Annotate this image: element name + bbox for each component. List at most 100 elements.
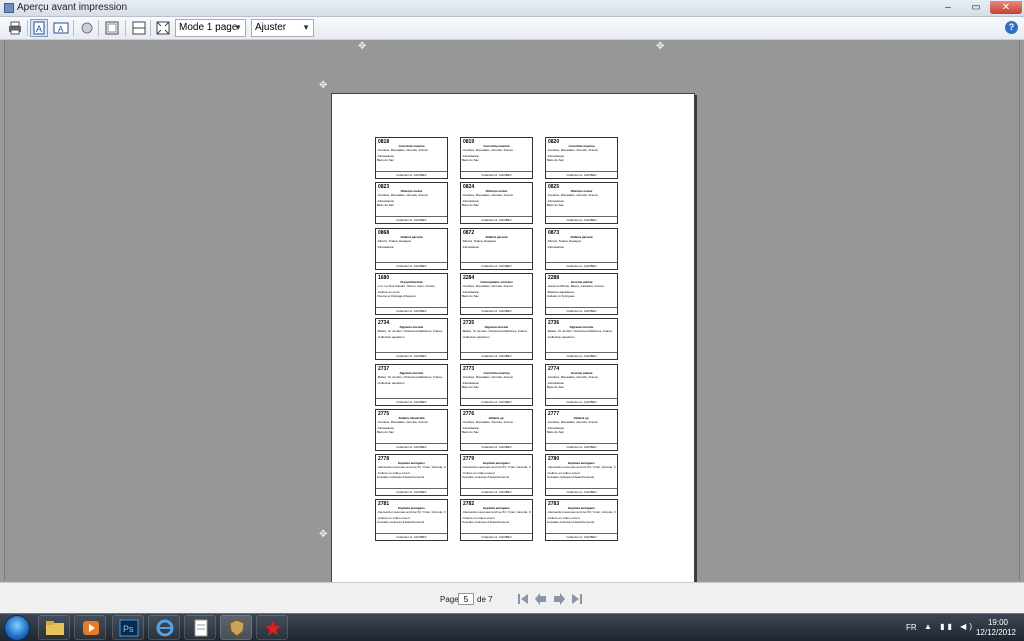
- label-loc: -Belles, St. de Rec, Charentes-Maritimes…: [377, 374, 443, 379]
- taskbar: Ps FR ▲ ▮▮ ◀) 19:00 12/12/2012: [0, 613, 1024, 641]
- label-coll: Collection A. CHOBEV: [546, 397, 617, 404]
- preview-area[interactable]: ✥ ✥ ✥ ✥ 0818 Cucurbita maxima -Cambes, Riv…: [0, 40, 1024, 608]
- language-indicator[interactable]: FR: [906, 623, 917, 632]
- label-l3: Bacs du Sac: [377, 203, 394, 208]
- specimen-label: 2737 Digrauta muralis -Belles, St. de Rec,…: [375, 363, 448, 406]
- label-loc: -Belles, St. de Rec, Charentes-Maritimes…: [377, 329, 443, 334]
- label-l3: Cessaire caniveau d'asséchements: [462, 475, 510, 480]
- taskbar-app[interactable]: [256, 615, 288, 640]
- label-l2: -Floraisaison: [547, 244, 565, 249]
- taskbar-app-active[interactable]: [220, 615, 252, 640]
- page-mode-select[interactable]: Mode 1 page ▼: [175, 19, 246, 37]
- zoom-value: Ajuster: [255, 22, 287, 33]
- label-loc: -Cambes, Rivesaltes, Gironde, France: [462, 374, 514, 379]
- specimen-label: 2780 Euphoia auriagens -Intersection avenu…: [545, 454, 618, 497]
- label-l3: Viveros et Ciénaga d'Agesca: [377, 293, 416, 298]
- specimen-label: 2778 Euphoia auriagens -Intersection avenu…: [375, 454, 448, 497]
- two-page-button[interactable]: A: [52, 19, 70, 37]
- label-loc: -Murcia, Totana, Espagne: [462, 238, 497, 243]
- last-page-icon[interactable]: [570, 592, 584, 606]
- taskbar-media-player[interactable]: [74, 615, 106, 640]
- label-loc: -Cambes, Rivesaltes, Gironde, France: [462, 193, 514, 198]
- page-number-input[interactable]: 5: [458, 593, 474, 605]
- label-coll: Collection A. CHOBEV: [461, 261, 532, 268]
- specimen-label: 0825 Rhinops nudus -Cambes, Rivesaltes, Gi…: [545, 182, 618, 225]
- label-coll: Collection A. CHOBEV: [461, 352, 532, 358]
- label-coll: Collection A. CHOBEV: [461, 442, 532, 449]
- star-icon: [265, 620, 281, 636]
- toolbar-separator: [150, 20, 151, 36]
- label-coll: Collection A. CHOBEV: [546, 306, 617, 313]
- label-coll: Collection A. CHOBEV: [376, 352, 447, 358]
- label-l2: -Collection aquarium: [547, 335, 575, 340]
- label-loc: -Cambes, Rivesaltes, Gironde, France: [377, 419, 429, 424]
- specimen-label: 2782 Euphoia auriagens -Intersection avenu…: [460, 499, 533, 542]
- label-coll: Collection A. CHOBEV: [376, 306, 447, 313]
- taskbar-app[interactable]: [184, 615, 216, 640]
- label-l3: Bacs du Sac: [377, 158, 394, 162]
- photoshop-icon: Ps: [119, 619, 139, 637]
- label-l3: Calvaire à Syringues: [547, 293, 575, 298]
- label-loc: -Intersection avenues and rue 53, Yvrac,…: [377, 510, 446, 515]
- label-coll: Collection A. CHOBEV: [546, 261, 617, 268]
- label-loc: -Cambes, Rivesaltes, Gironde, France: [547, 374, 599, 379]
- print-icon: [9, 21, 21, 35]
- zoom-button[interactable]: [78, 19, 96, 37]
- label-loc: -Cambes, Rivesaltes, Gironde, France: [377, 193, 429, 198]
- two-page-icon: A: [53, 22, 69, 34]
- label-l3: Bacs du Sac: [462, 293, 479, 298]
- start-button[interactable]: [4, 615, 30, 641]
- maximize-button[interactable]: ▭: [962, 1, 990, 14]
- next-page-icon[interactable]: [552, 592, 566, 606]
- label-loc: -Intersection avenues and rue 53, Yvrac,…: [462, 510, 531, 515]
- chevron-down-icon: ▼: [302, 23, 310, 32]
- system-tray[interactable]: ▲ ▮▮ ◀): [924, 622, 975, 631]
- label-coll: Collection A. CHOBEV: [376, 442, 447, 449]
- fit-page-button[interactable]: [103, 19, 121, 37]
- margin-handle-icon[interactable]: ✥: [319, 530, 327, 540]
- margin-handle-icon[interactable]: ✥: [656, 42, 664, 52]
- first-page-icon[interactable]: [516, 592, 530, 606]
- prev-page-icon[interactable]: [534, 592, 548, 606]
- label-coll: Collection A. CHOBEV: [546, 488, 617, 494]
- label-loc: -Belles, St. de Rec, Charentes-Maritimes…: [462, 329, 528, 334]
- label-loc: -Cambes, Rivesaltes, Gironde, France: [547, 419, 599, 424]
- label-l3: Bacs du Sac: [462, 429, 479, 434]
- label-loc: -Intersection avenues and rue 53, Yvrac,…: [547, 465, 616, 470]
- help-icon[interactable]: ?: [1005, 21, 1018, 34]
- specimen-label: 0872 Zelleria parvula -Murcia, Totana, Esp…: [460, 227, 533, 270]
- zoom-select[interactable]: Ajuster ▼: [251, 19, 314, 37]
- label-l3: Bacs du Sac: [547, 429, 564, 434]
- margin-handle-icon[interactable]: ✥: [319, 81, 327, 91]
- specimen-label: 2777 Zelleria sp. -Cambes, Rivesaltes, Gir…: [545, 408, 618, 451]
- close-button[interactable]: ✕: [990, 1, 1022, 14]
- fit-width-button[interactable]: [130, 19, 148, 37]
- margin-handle-icon[interactable]: ✥: [358, 42, 366, 52]
- clock-time[interactable]: 19:00: [976, 618, 1020, 627]
- specimen-label: 2783 Euphoia auriagens -Intersection avenu…: [545, 499, 618, 542]
- minimize-button[interactable]: –: [934, 1, 962, 14]
- media-player-icon: [83, 621, 99, 635]
- toolbar: A A Mode 1 page ▼ Ajuster ▼ ?: [0, 17, 1024, 40]
- label-loc: -Gaud du Rhône, Bessy, Calvados, France: [547, 283, 604, 288]
- label-loc: -Cambes, Rivesaltes, Gironde, France: [547, 148, 599, 152]
- label-l2: -Floraisaison: [377, 244, 395, 249]
- label-l3: Bacs du Sac: [462, 384, 479, 389]
- taskbar-internet-explorer[interactable]: [148, 615, 180, 640]
- clock-date[interactable]: 12/12/2012: [972, 628, 1020, 637]
- svg-text:Ps: Ps: [123, 624, 134, 634]
- print-button[interactable]: [6, 19, 24, 37]
- page-count-label: de 7: [477, 595, 493, 604]
- full-page-button[interactable]: [154, 19, 172, 37]
- label-loc: -Cambes, Rivesaltes, Gironde, France: [377, 148, 429, 152]
- label-coll: Collection A. CHOBEV: [376, 397, 447, 404]
- one-page-button[interactable]: A: [30, 19, 48, 37]
- toolbar-separator: [125, 20, 126, 36]
- taskbar-explorer[interactable]: [38, 615, 70, 640]
- taskbar-photoshop[interactable]: Ps: [112, 615, 144, 640]
- label-loc: -Murcia, Totana, Espagne: [547, 238, 582, 243]
- label-coll: Collection A. CHOBEV: [546, 442, 617, 449]
- label-coll: Collection A. CHOBEV: [461, 306, 532, 313]
- label-coll: Collection A. CHOBEV: [461, 216, 532, 222]
- label-loc: -L.G. La Tour Gaudin, Oloron, Gers, Fran…: [377, 283, 435, 288]
